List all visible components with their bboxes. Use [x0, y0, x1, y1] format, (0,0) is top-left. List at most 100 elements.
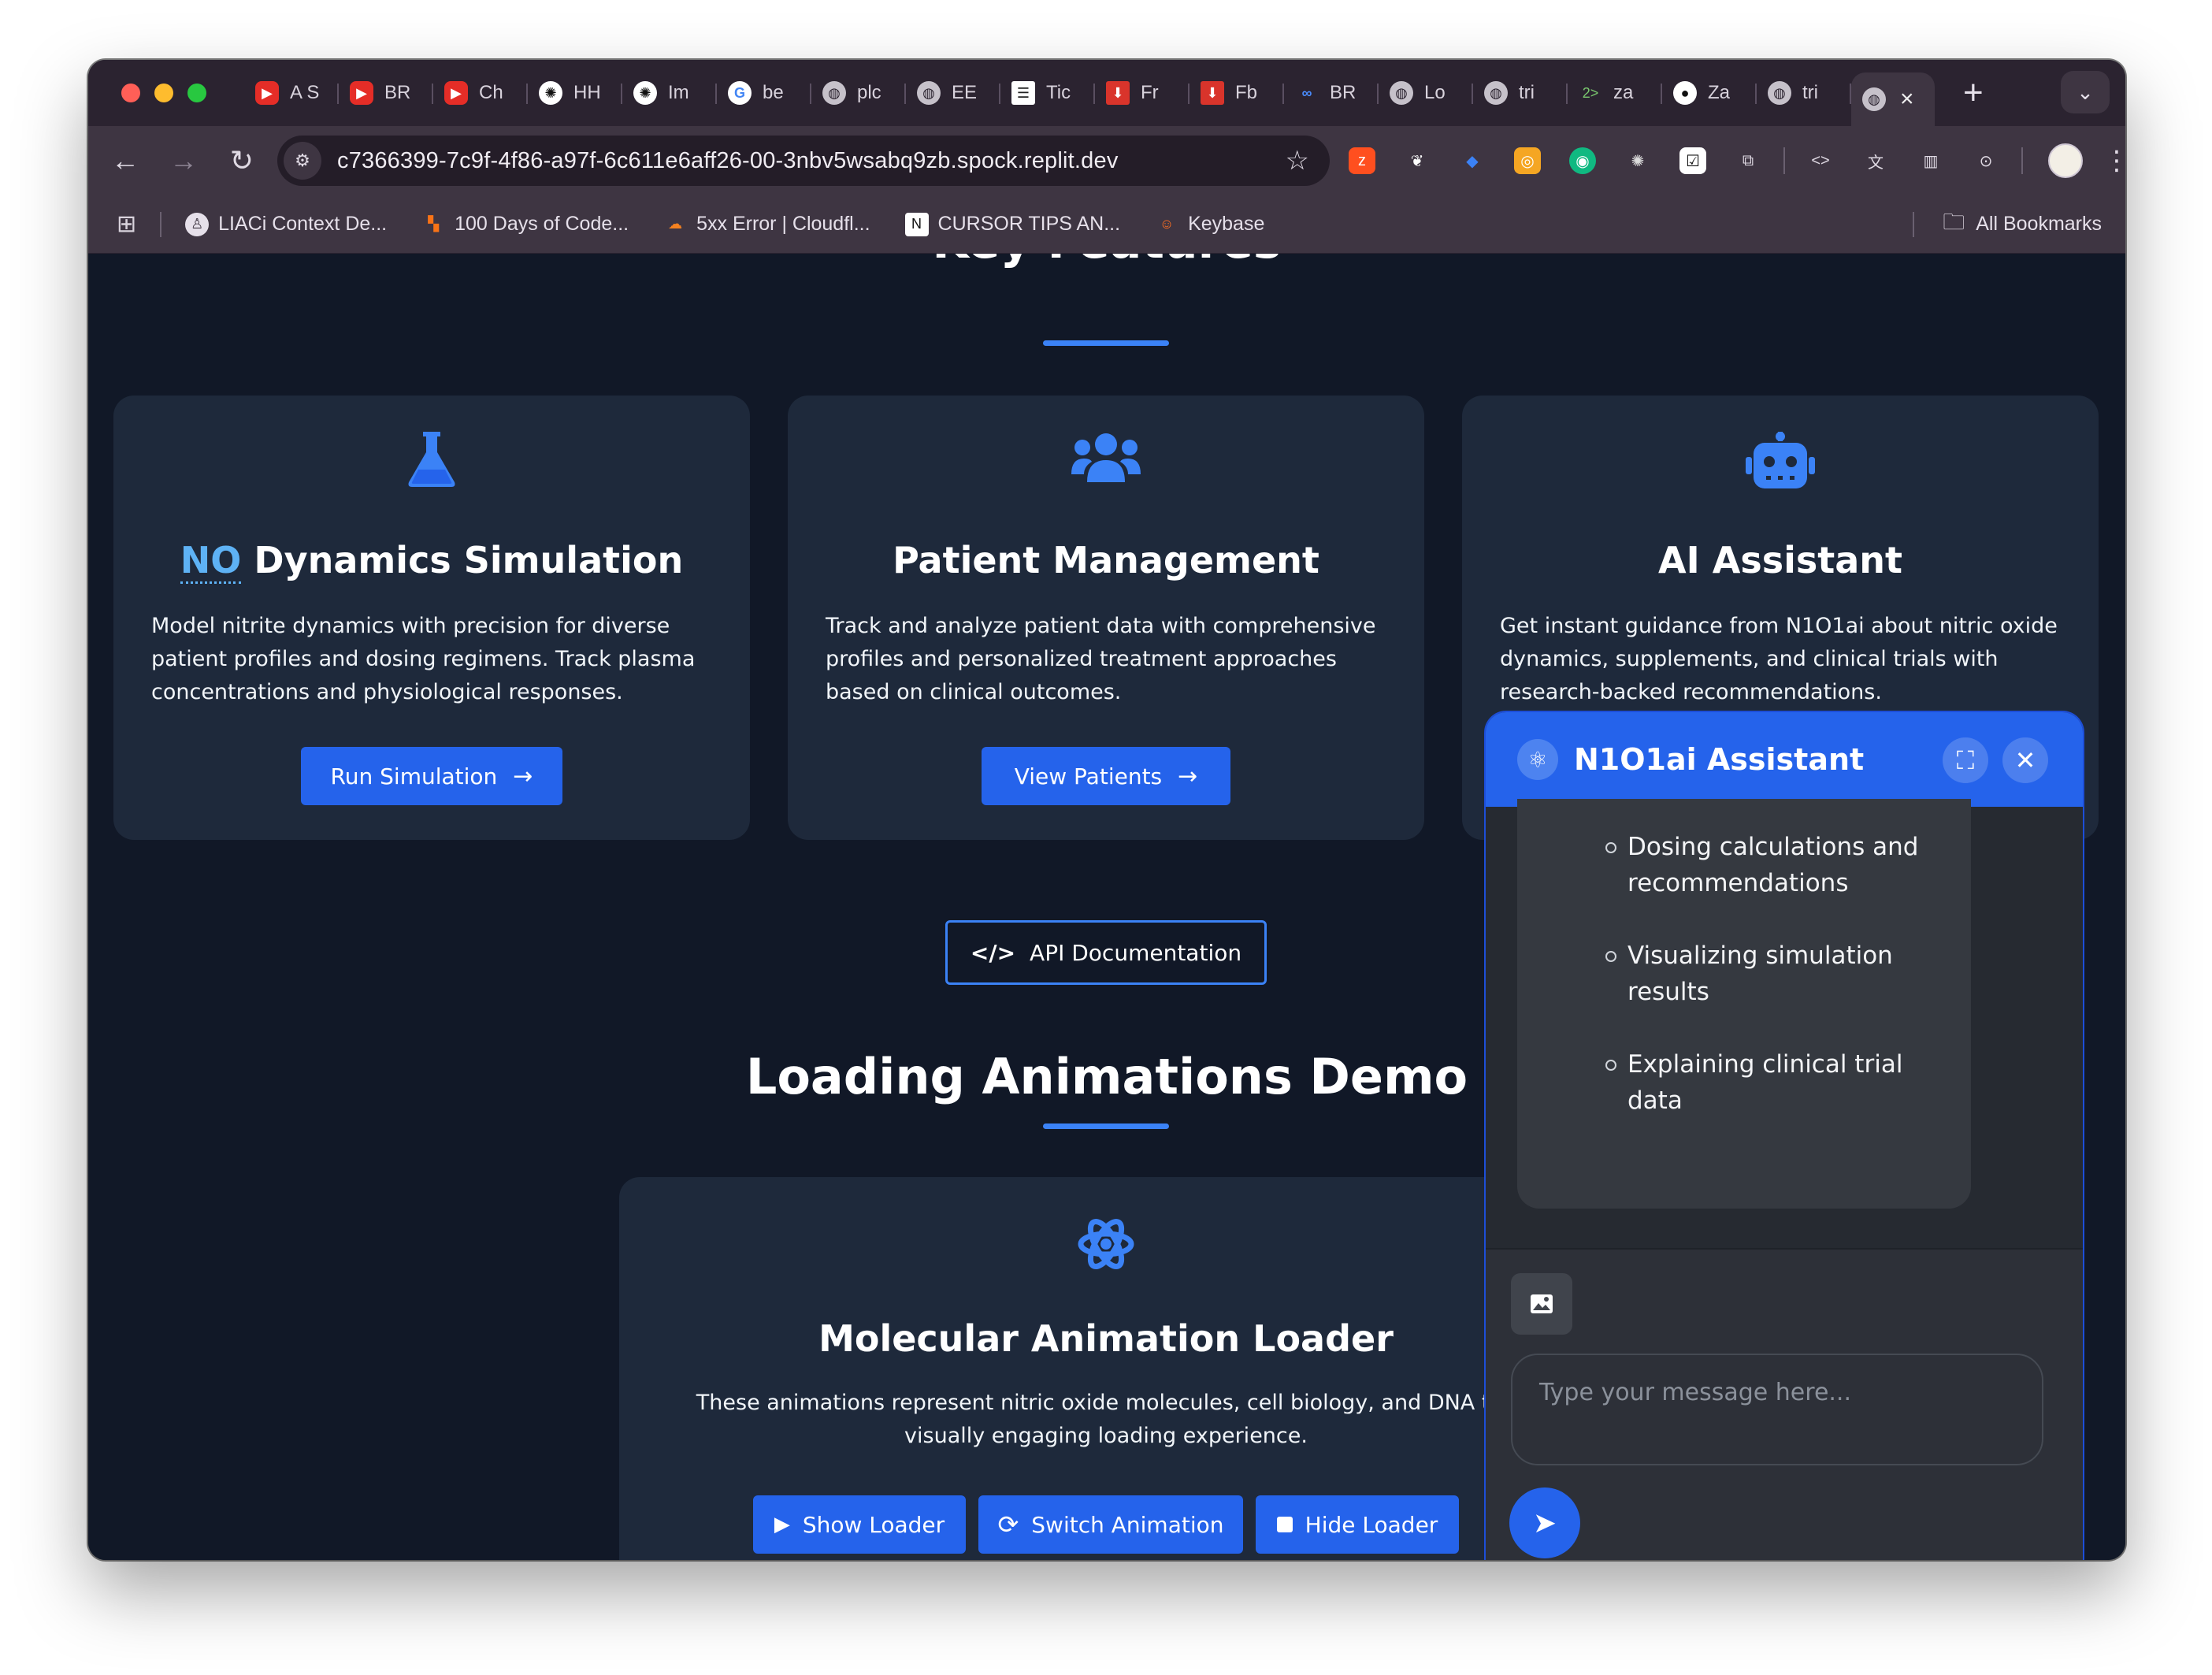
no-abbreviation[interactable]: NO — [180, 539, 242, 584]
atom-icon — [1078, 1213, 1134, 1278]
browser-tab[interactable]: ● Za — [1662, 71, 1757, 115]
browser-tab[interactable]: ✺ Im — [622, 71, 717, 115]
browser-tab[interactable]: ▶ Ch — [433, 71, 528, 115]
code-icon: </> — [970, 939, 1016, 966]
translate-icon[interactable]: 文 — [1862, 147, 1889, 174]
close-window-button[interactable] — [121, 84, 140, 102]
browser-tab[interactable]: ◍ plc — [811, 71, 906, 115]
address-bar[interactable]: ⚙ c7366399-7c9f-4f86-a97f-6c611e6aff26-0… — [277, 136, 1330, 186]
forward-button[interactable]: → — [154, 144, 213, 177]
message-list: Dosing calculations and recommendations … — [1605, 829, 1958, 1155]
openai-icon: ✺ — [539, 81, 562, 105]
site-settings-icon[interactable]: ⚙ — [284, 142, 321, 180]
close-icon[interactable]: ✕ — [2002, 737, 2048, 783]
feature-description: Model nitrite dynamics with precision fo… — [151, 614, 696, 704]
active-tab[interactable]: ◍ × — [1851, 72, 1935, 126]
expand-icon[interactable]: ⛶ — [1943, 737, 1988, 783]
window-controls — [121, 84, 206, 102]
tab-label: Im — [668, 82, 689, 103]
tab-label: be — [763, 82, 784, 103]
button-label: Run Simulation — [330, 763, 498, 789]
youtube-icon: ▶ — [255, 81, 279, 105]
reload-button[interactable]: ↻ — [213, 144, 271, 177]
list-item: Dosing calculations and recommendations — [1605, 829, 1958, 901]
button-label: View Patients — [1014, 763, 1163, 789]
browser-tab[interactable]: ◍ tri — [1473, 71, 1568, 115]
browser-tab[interactable]: 2> za — [1568, 71, 1662, 115]
browser-tab[interactable]: ∞ BR — [1284, 71, 1379, 115]
hide-loader-button[interactable]: Hide Loader — [1256, 1495, 1459, 1554]
tag-extension-icon[interactable]: ◆ — [1459, 147, 1486, 174]
link-icon: ∞ — [1301, 84, 1312, 101]
button-label: API Documentation — [1030, 939, 1242, 966]
youtube-icon: ▶ — [444, 81, 468, 105]
browser-tab[interactable]: ⬇ Fb — [1190, 71, 1284, 115]
lens-icon[interactable]: ⊙ — [1973, 147, 1999, 174]
feature-description: Get instant guidance from N1O1ai about n… — [1500, 614, 2058, 704]
all-bookmarks-button[interactable]: 🗀 All Bookmarks — [1943, 206, 2102, 243]
chat-extension-icon[interactable]: ◉ — [1569, 147, 1596, 174]
browser-tab[interactable]: ▶ BR — [339, 71, 433, 115]
brain-extension-icon[interactable]: ❦ — [1404, 147, 1431, 174]
bookmark-item[interactable]: ♙ LIACi Context De... — [185, 212, 387, 236]
checkbox-extension-icon[interactable]: ☑ — [1679, 147, 1706, 174]
bookmark-star-icon[interactable]: ☆ — [1286, 145, 1309, 176]
api-documentation-button[interactable]: </> API Documentation — [945, 920, 1267, 985]
send-button[interactable]: ➤ — [1509, 1487, 1580, 1558]
arrow-right-icon: → — [513, 762, 533, 790]
feature-card-patients: Patient Management Track and analyze pat… — [788, 396, 1424, 840]
openai-extension-icon[interactable]: ✺ — [1624, 147, 1651, 174]
list-item: Visualizing simulation results — [1605, 938, 1958, 1010]
bookmark-item[interactable]: N CURSOR TIPS AN... — [904, 212, 1120, 236]
browser-tab[interactable]: Gbe — [717, 71, 811, 115]
heading-underline — [1043, 340, 1169, 346]
message-input[interactable] — [1511, 1354, 2043, 1465]
switch-animation-button[interactable]: ⟳ Switch Animation — [978, 1495, 1243, 1554]
globe-icon: ◍ — [1768, 81, 1791, 105]
browser-tab[interactable]: ⬇ Fr — [1095, 71, 1190, 115]
apps-grid-icon[interactable]: ⊞ — [117, 210, 136, 238]
feature-title: NO Dynamics Simulation — [113, 539, 750, 584]
tab-label: Za — [1708, 82, 1731, 103]
profile-avatar[interactable] — [2048, 143, 2083, 178]
zoom-window-button[interactable] — [187, 84, 206, 102]
minimize-window-button[interactable] — [154, 84, 173, 102]
bookmark-item[interactable]: ☁ 5xx Error | Cloudfl... — [663, 213, 870, 236]
bookmarks-bar: ⊞ ♙ LIACi Context De... ▚ 100 Days of Co… — [88, 195, 2125, 254]
browser-tab[interactable]: ◍ Lo — [1379, 71, 1473, 115]
menu-kebab-icon[interactable]: ⋮ — [2103, 145, 2125, 176]
close-tab-icon[interactable]: × — [1900, 86, 1914, 113]
tab-label: tri — [1802, 82, 1818, 103]
new-tab-button[interactable]: + — [1963, 73, 1984, 113]
view-patients-button[interactable]: View Patients → — [982, 747, 1230, 805]
robot-icon — [1744, 432, 1817, 495]
tab-search-button[interactable]: ⌄ — [2061, 71, 2110, 113]
chat-messages[interactable]: Dosing calculations and recommendations … — [1486, 799, 2083, 1248]
run-simulation-button[interactable]: Run Simulation → — [301, 747, 562, 805]
page-viewport: Key Features NO Dynamics Simulation Mode… — [88, 254, 2125, 1560]
image-upload-button[interactable] — [1511, 1273, 1572, 1335]
browser-tab[interactable]: ✺ HH — [528, 71, 622, 115]
chevron-down-icon: ⌄ — [2077, 80, 2094, 104]
zapier-extension-icon[interactable]: z — [1349, 147, 1375, 174]
image-icon — [1531, 1294, 1553, 1313]
browser-tab[interactable]: ▶ A S — [244, 71, 339, 115]
loader-card: Molecular Animation Loader These animati… — [619, 1177, 1593, 1560]
show-loader-button[interactable]: ▶ Show Loader — [753, 1495, 966, 1554]
document-icon: ☰ — [1011, 81, 1035, 105]
button-label: Hide Loader — [1305, 1511, 1438, 1538]
side-panel-icon[interactable]: ▥ — [1917, 147, 1944, 174]
browser-tab[interactable]: ☰ Tic — [1000, 71, 1095, 115]
browser-tab[interactable]: ◍ tri — [1757, 71, 1851, 115]
back-button[interactable]: ← — [96, 144, 154, 177]
atom-logo-icon: ⚛ — [1517, 739, 1558, 780]
bookmark-item[interactable]: ☺ Keybase — [1155, 213, 1265, 236]
puzzle-extensions-icon[interactable]: ⧉ — [1735, 147, 1761, 174]
orange-extension-icon[interactable]: ◎ — [1514, 147, 1541, 174]
devtools-icon[interactable]: <> — [1807, 147, 1834, 174]
bookmark-item[interactable]: ▚ 100 Days of Code... — [421, 213, 629, 236]
browser-tab[interactable]: ◍ EE — [906, 71, 1000, 115]
loader-title: Molecular Animation Loader — [818, 1317, 1394, 1360]
url-text[interactable]: c7366399-7c9f-4f86-a97f-6c611e6aff26-00-… — [337, 148, 1119, 174]
tab-label: Tic — [1046, 82, 1071, 103]
